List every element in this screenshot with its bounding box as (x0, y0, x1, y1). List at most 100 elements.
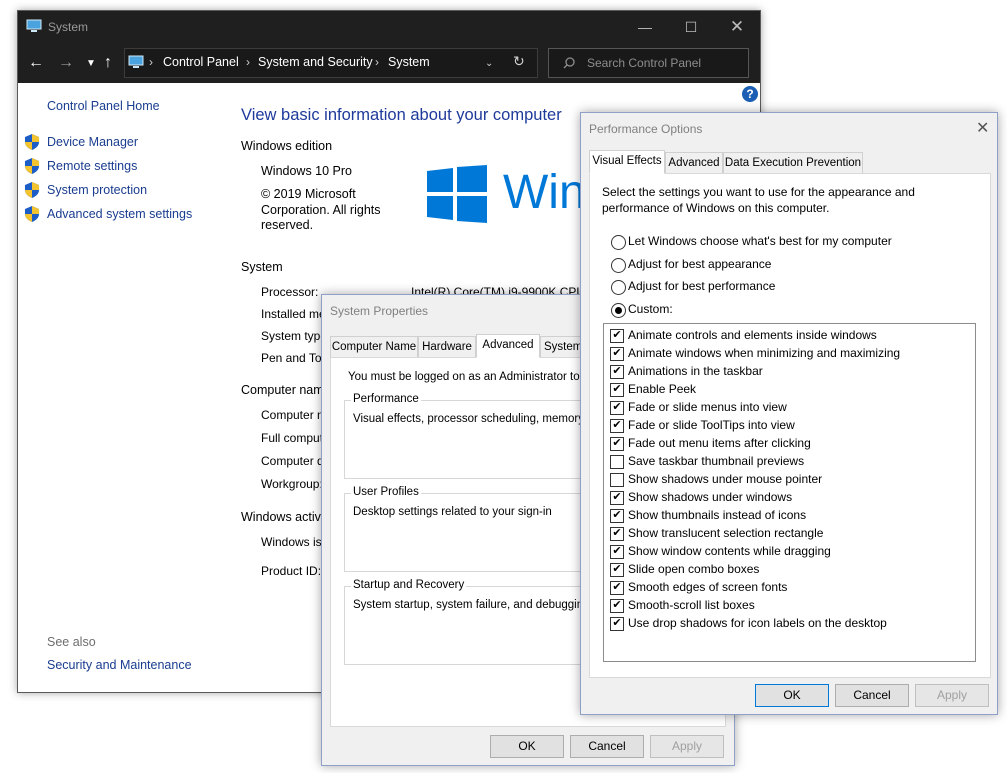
ok-button[interactable]: OK (490, 735, 564, 758)
copyright-text: © 2019 Microsoft Corporation. All rights… (261, 187, 381, 232)
page-title: View basic information about your comput… (241, 106, 562, 124)
effects-list[interactable]: ✔ Animate controls and elements inside wi… (603, 323, 976, 662)
performance-options-title: Performance Options (589, 122, 703, 136)
close-icon[interactable]: ✕ (976, 118, 989, 138)
effect-label[interactable]: Show window contents while dragging (628, 544, 831, 558)
effect-label[interactable]: Smooth-scroll list boxes (628, 598, 755, 612)
effect-label[interactable]: Save taskbar thumbnail previews (628, 454, 804, 468)
radio-custom[interactable] (611, 303, 626, 318)
effect-checkbox[interactable]: ✔ (610, 491, 624, 505)
effect-checkbox[interactable]: ✔ (610, 401, 624, 415)
system-protection-link[interactable]: System protection (47, 183, 147, 197)
radio-best-appearance[interactable] (611, 258, 626, 273)
tab-perf-advanced[interactable]: Advanced (665, 152, 723, 174)
address-dropdown-icon[interactable]: ⌄ (485, 58, 493, 69)
system-type-label: System type: (261, 329, 331, 343)
windows-logo-text: Windows 10 (503, 166, 587, 219)
performance-options-dialog: Performance Options ✕ Visual Effects Adv… (580, 112, 998, 715)
effect-label[interactable]: Show thumbnails instead of icons (628, 508, 806, 522)
tab-visual-effects[interactable]: Visual Effects (589, 150, 665, 174)
tab-data-execution-prevention[interactable]: Data Execution Prevention (723, 152, 863, 174)
effect-label[interactable]: Smooth edges of screen fonts (628, 580, 787, 594)
radio-let-windows-choose-label[interactable]: Let Windows choose what's best for my co… (628, 234, 892, 248)
effect-label[interactable]: Show shadows under windows (628, 490, 792, 504)
breadcrumb-separator-icon: › (149, 55, 153, 69)
control-panel-icon (128, 55, 144, 68)
effect-checkbox[interactable]: ✔ (610, 581, 624, 595)
processor-label: Processor: (261, 285, 319, 299)
breadcrumb-separator-icon: › (246, 55, 250, 69)
cancel-button[interactable]: Cancel (835, 684, 909, 707)
effect-checkbox[interactable]: ✔ (610, 347, 624, 361)
control-panel-home-link[interactable]: Control Panel Home (47, 99, 160, 113)
effect-label[interactable]: Show translucent selection rectangle (628, 526, 823, 540)
effect-label[interactable]: Animations in the taskbar (628, 364, 763, 378)
user-profiles-description: Desktop settings related to your sign-in (353, 506, 552, 518)
effect-checkbox[interactable]: ✔ (610, 419, 624, 433)
effect-checkbox[interactable] (610, 455, 624, 469)
forward-arrow-icon[interactable]: → (58, 54, 74, 72)
visual-effects-description: Select the settings you want to use for … (602, 185, 915, 215)
effect-label[interactable]: Fade out menu items after clicking (628, 436, 811, 450)
cancel-button[interactable]: Cancel (570, 735, 644, 758)
address-field[interactable]: › Control Panel › System and Security › … (124, 48, 538, 78)
shield-icon (25, 182, 39, 198)
shield-icon (25, 134, 39, 150)
effect-checkbox[interactable]: ✔ (610, 563, 624, 577)
effect-checkbox[interactable]: ✔ (610, 437, 624, 451)
tab-hardware[interactable]: Hardware (418, 336, 476, 358)
security-and-maintenance-link[interactable]: Security and Maintenance (47, 658, 192, 672)
windows-edition-label: Windows edition (241, 139, 333, 153)
search-field[interactable]: Search Control Panel (548, 48, 749, 78)
apply-button[interactable]: Apply (650, 735, 724, 758)
up-arrow-icon[interactable]: ↑ (104, 54, 112, 72)
effect-label[interactable]: Fade or slide ToolTips into view (628, 418, 795, 432)
effect-checkbox[interactable]: ✔ (610, 383, 624, 397)
remote-settings-link[interactable]: Remote settings (47, 159, 137, 173)
advanced-system-settings-link[interactable]: Advanced system settings (47, 207, 192, 221)
system-section-label: System (241, 260, 283, 274)
effect-label[interactable]: Slide open combo boxes (628, 562, 759, 576)
tab-advanced[interactable]: Advanced (476, 334, 540, 358)
effect-checkbox[interactable]: ✔ (610, 527, 624, 541)
tab-computer-name[interactable]: Computer Name (330, 336, 418, 358)
effect-checkbox[interactable]: ✔ (610, 365, 624, 379)
breadcrumb-control-panel[interactable]: Control Panel (163, 55, 239, 69)
product-id-label: Product ID: (261, 564, 322, 578)
back-arrow-icon[interactable]: ← (28, 54, 44, 72)
minimize-button[interactable]: — (622, 11, 668, 43)
effect-checkbox[interactable]: ✔ (610, 329, 624, 343)
effect-checkbox[interactable]: ✔ (610, 509, 624, 523)
effect-checkbox[interactable] (610, 473, 624, 487)
search-icon (563, 57, 575, 69)
close-button[interactable]: ✕ (714, 11, 760, 43)
radio-best-performance[interactable] (611, 280, 626, 295)
effect-label[interactable]: Use drop shadows for icon labels on the … (628, 616, 887, 630)
startup-recovery-group-label: Startup and Recovery (351, 579, 467, 591)
help-icon[interactable]: ? (742, 86, 758, 102)
effect-label[interactable]: Enable Peek (628, 382, 696, 396)
windows-logo: Windows 10 (427, 161, 587, 231)
system-titlebar[interactable]: System — ☐ ✕ (18, 11, 760, 43)
radio-best-appearance-label[interactable]: Adjust for best appearance (628, 257, 771, 271)
effect-checkbox[interactable]: ✔ (610, 545, 624, 559)
breadcrumb-system-and-security[interactable]: System and Security (258, 55, 373, 69)
refresh-icon[interactable]: ↻ (513, 53, 525, 70)
effect-label[interactable]: Animate windows when minimizing and maxi… (628, 346, 900, 360)
radio-let-windows-choose[interactable] (611, 235, 626, 250)
visual-effects-panel: Select the settings you want to use for … (589, 173, 991, 678)
system-window-title: System (48, 20, 89, 34)
effect-checkbox[interactable]: ✔ (610, 617, 624, 631)
breadcrumb-system[interactable]: System (388, 55, 430, 69)
ok-button[interactable]: OK (755, 684, 829, 707)
recent-chevron-icon[interactable]: ▼ (86, 58, 96, 69)
apply-button[interactable]: Apply (915, 684, 989, 707)
effect-checkbox[interactable]: ✔ (610, 599, 624, 613)
effect-label[interactable]: Fade or slide menus into view (628, 400, 787, 414)
effect-label[interactable]: Animate controls and elements inside win… (628, 328, 877, 342)
device-manager-link[interactable]: Device Manager (47, 135, 138, 149)
effect-label[interactable]: Show shadows under mouse pointer (628, 472, 822, 486)
radio-best-performance-label[interactable]: Adjust for best performance (628, 279, 775, 293)
radio-custom-label[interactable]: Custom: (628, 302, 673, 316)
maximize-button[interactable]: ☐ (668, 11, 714, 43)
